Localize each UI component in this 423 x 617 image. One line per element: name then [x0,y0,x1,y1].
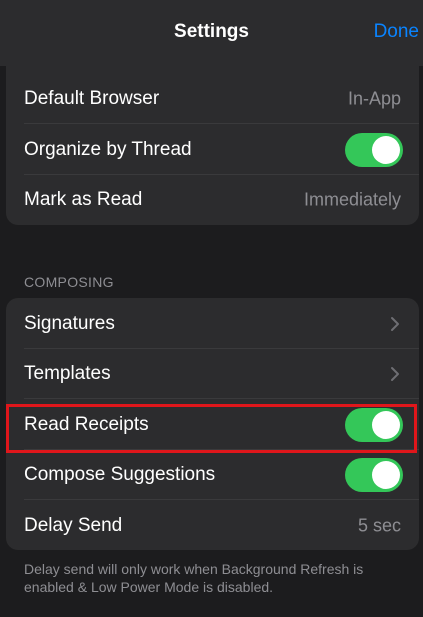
signatures-row[interactable]: Signatures [6,299,419,349]
row-separator [24,398,419,399]
mark-as-read-label: Mark as Read [24,189,143,210]
delay-send-footer-note: Delay send will only work when Backgroun… [24,561,364,595]
navigation-bar: Settings Done [0,0,423,66]
templates-label: Templates [24,363,111,384]
mark-as-read-row[interactable]: Mark as Read Immediately [6,175,419,225]
signatures-label: Signatures [24,313,115,334]
chevron-right-icon [391,367,399,381]
highlight-box [6,404,417,453]
done-button[interactable]: Done [374,21,419,43]
toggle-knob [372,136,400,164]
delay-send-value: 5 sec [357,515,401,536]
compose-suggestions-row: Compose Suggestions [6,450,419,500]
templates-row[interactable]: Templates [6,349,419,399]
composing-section-header: COMPOSING [24,274,114,290]
page-title: Settings [174,21,249,42]
default-browser-label: Default Browser [24,88,160,109]
organize-by-thread-row: Organize by Thread [6,125,419,175]
organize-by-thread-label: Organize by Thread [24,139,192,160]
organize-by-thread-toggle[interactable] [345,133,403,167]
toggle-knob [372,461,400,489]
mark-as-read-value: Immediately [303,189,401,210]
delay-send-label: Delay Send [24,515,123,536]
compose-suggestions-toggle[interactable] [345,458,403,492]
default-browser-value: In-App [347,88,401,109]
row-separator [24,123,419,124]
compose-suggestions-label: Compose Suggestions [24,464,216,485]
general-settings-group: Default Browser In-App Organize by Threa… [6,66,419,225]
delay-send-row[interactable]: Delay Send 5 sec [6,501,419,550]
row-separator [24,499,419,500]
default-browser-row[interactable]: Default Browser In-App [6,74,419,124]
chevron-right-icon [391,317,399,331]
